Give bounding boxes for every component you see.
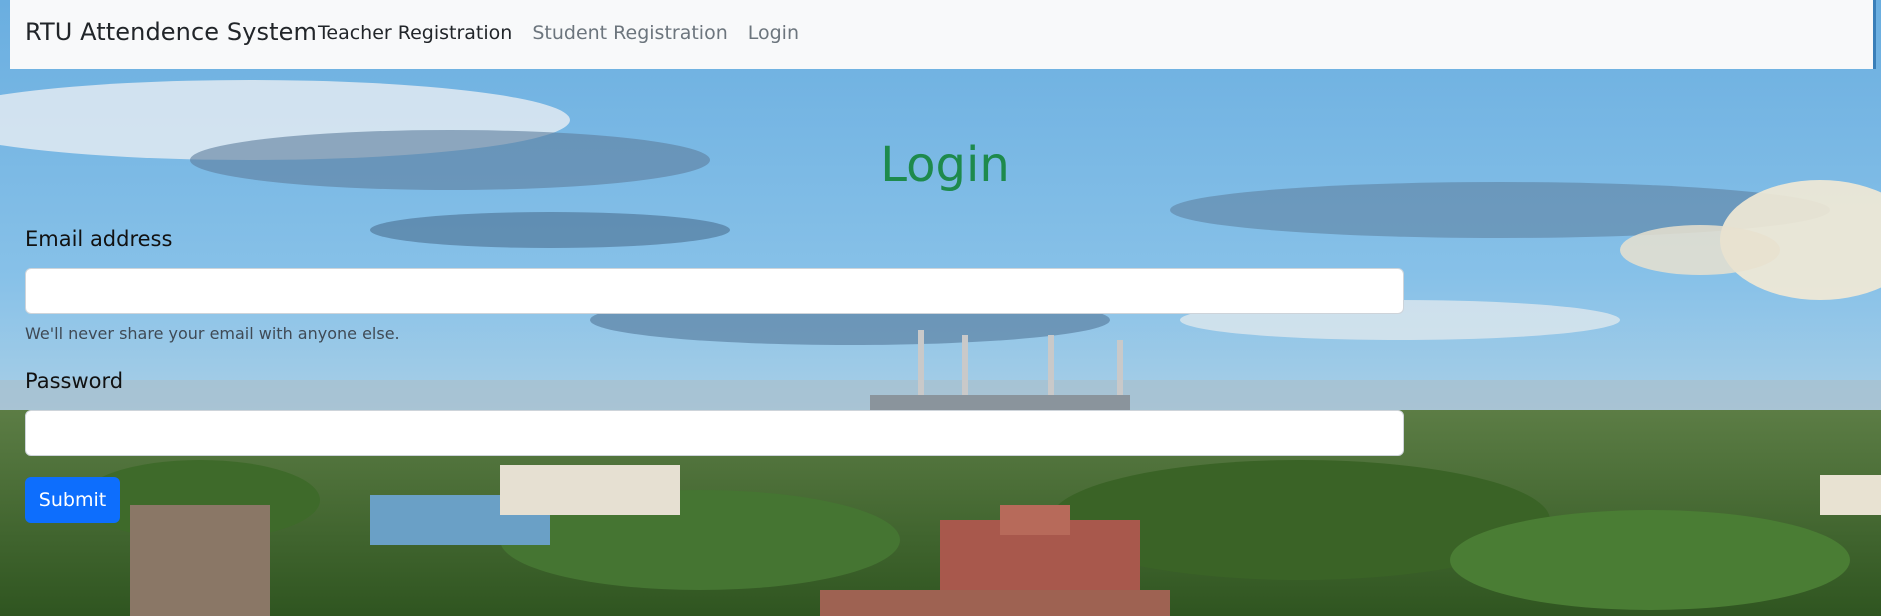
- brand-logo-text[interactable]: RTU Attendence System: [25, 18, 317, 46]
- nav-link-teacher-registration[interactable]: Teacher Registration: [318, 22, 512, 44]
- nav-links: Teacher Registration Student Registratio…: [318, 22, 819, 44]
- email-field[interactable]: [25, 268, 1404, 314]
- submit-button[interactable]: Submit: [25, 477, 120, 523]
- password-field[interactable]: [25, 410, 1404, 456]
- email-help-text: We'll never share your email with anyone…: [25, 324, 400, 343]
- top-navbar: RTU Attendence System Teacher Registrati…: [10, 0, 1876, 69]
- password-label: Password: [25, 369, 124, 393]
- email-label: Email address: [25, 227, 173, 251]
- nav-link-student-registration[interactable]: Student Registration: [532, 22, 727, 44]
- nav-link-login[interactable]: Login: [748, 22, 799, 44]
- page-title: Login: [880, 137, 1010, 193]
